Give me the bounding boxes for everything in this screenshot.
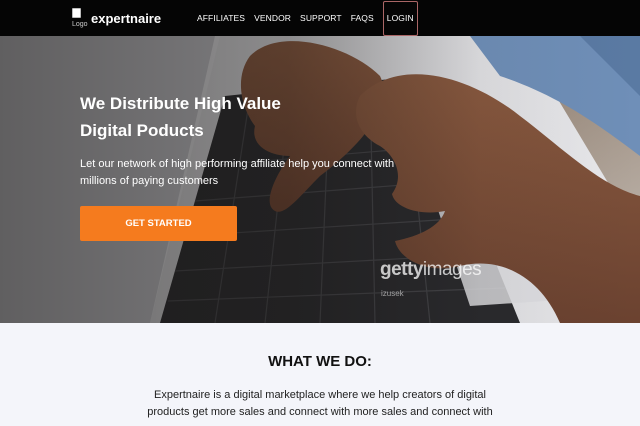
watermark-brand: getty — [380, 259, 423, 280]
section-title: WHAT WE DO: — [268, 353, 372, 370]
getty-images-watermark: gettyimages — [380, 259, 482, 281]
logo-alt-text: Logo — [72, 21, 88, 28]
logo-image: Logo — [72, 8, 88, 28]
hero-subtitle: Let our network of high performing affil… — [80, 158, 395, 187]
section-description: Expertnaire is a digital marketplace whe… — [147, 389, 493, 418]
nav-links: AFFILIATES VENDOR SUPPORT FAQS LOGIN — [197, 0, 427, 36]
watermark-suffix: images — [422, 259, 482, 280]
broken-image-icon — [72, 8, 81, 18]
nav-link-faqs[interactable]: FAQS — [351, 13, 374, 23]
hero-section: We Distribute High Value Digital Poducts… — [0, 36, 640, 323]
get-started-button[interactable]: GET STARTED — [80, 206, 237, 241]
hero-title: We Distribute High Value Digital Poducts — [80, 90, 340, 144]
hero-title-line-1: We Distribute High Value — [80, 94, 281, 113]
nav-link-support[interactable]: SUPPORT — [300, 13, 342, 23]
nav-link-affiliates[interactable]: AFFILIATES — [197, 13, 245, 23]
brand-logo[interactable]: Logo expertnaire — [72, 8, 161, 28]
brand-name[interactable]: expertnaire — [91, 11, 161, 26]
nav-link-login[interactable]: LOGIN — [382, 0, 418, 36]
hero-title-line-2: Digital Poducts — [80, 121, 204, 140]
watermark-credit: izusek — [381, 289, 404, 298]
what-we-do-section: WHAT WE DO: Expertnaire is a digital mar… — [0, 323, 640, 426]
top-navbar: Logo expertnaire AFFILIATES VENDOR SUPPO… — [0, 0, 640, 36]
nav-link-vendor[interactable]: VENDOR — [254, 13, 291, 23]
